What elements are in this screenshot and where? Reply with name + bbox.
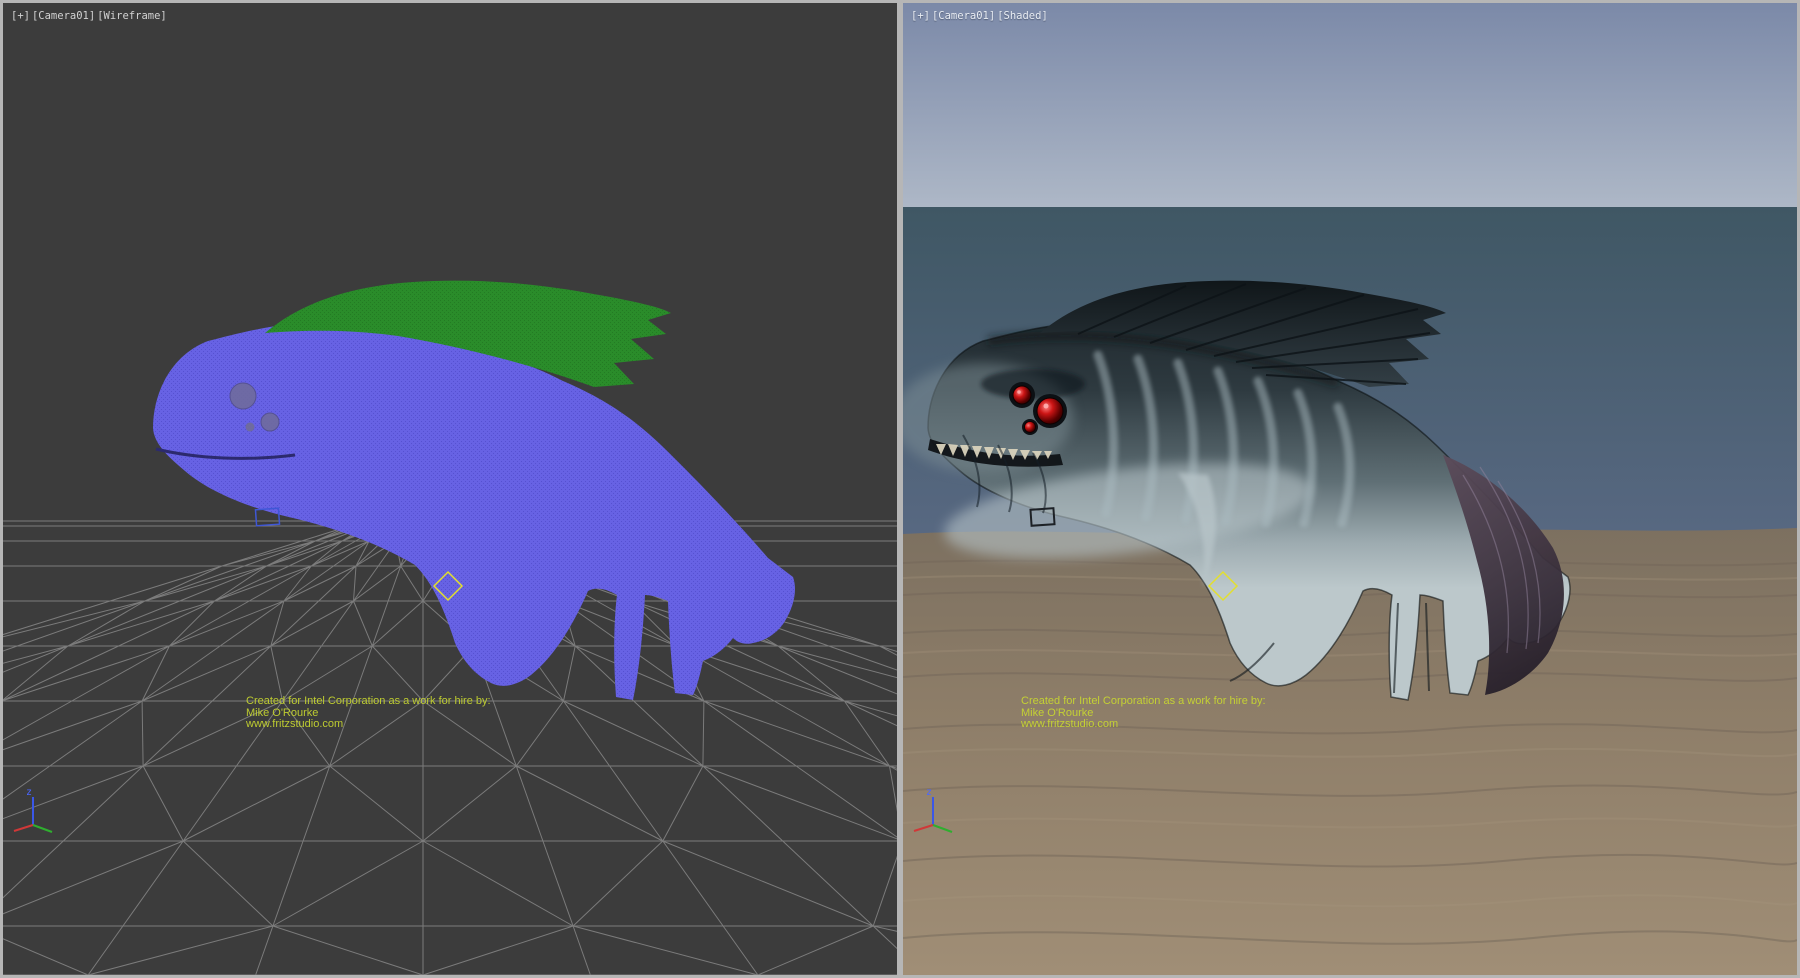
- dual-viewport-stage: [+] [Camera01] [Wireframe] Created for I…: [0, 0, 1800, 978]
- viewport-menu-general[interactable]: [+]: [911, 10, 930, 22]
- axis-y-icon: [33, 825, 52, 832]
- axis-gizmo: z: [9, 783, 63, 837]
- axis-y-icon: [933, 825, 952, 832]
- viewport-label: [+] [Camera01] [Wireframe]: [11, 10, 167, 22]
- fish-eye: [261, 413, 279, 431]
- viewport-menu-general[interactable]: [+]: [11, 10, 30, 22]
- axis-x-icon: [914, 825, 933, 831]
- watermark: Created for Intel Corporation as a work …: [246, 696, 491, 731]
- viewport-menu-camera[interactable]: [Camera01]: [32, 10, 95, 22]
- viewport-label: [+] [Camera01] [Shaded]: [911, 10, 1048, 22]
- watermark-line3: www.fritzstudio.com: [1021, 719, 1266, 731]
- sky: [903, 3, 1797, 209]
- shaded-scene: [903, 3, 1797, 975]
- watermark-line1: Created for Intel Corporation as a work …: [1021, 696, 1266, 708]
- viewport-menu-camera[interactable]: [Camera01]: [932, 10, 995, 22]
- axis-x-icon: [14, 825, 33, 831]
- viewport-wireframe[interactable]: [+] [Camera01] [Wireframe] Created for I…: [3, 3, 897, 975]
- watermark-line3: www.fritzstudio.com: [246, 719, 491, 731]
- fish-eye: [230, 383, 256, 409]
- watermark-line1: Created for Intel Corporation as a work …: [246, 696, 491, 708]
- axis-z-label: z: [926, 787, 932, 798]
- axis-gizmo: z: [909, 783, 963, 837]
- wireframe-scene: [3, 3, 897, 975]
- axis-z-label: z: [26, 787, 32, 798]
- viewport-shaded[interactable]: [+] [Camera01] [Shaded] Created for Inte…: [903, 3, 1797, 975]
- viewport-menu-shading[interactable]: [Wireframe]: [97, 10, 167, 22]
- fish-eye: [246, 423, 255, 432]
- viewport-menu-shading[interactable]: [Shaded]: [997, 10, 1048, 22]
- watermark: Created for Intel Corporation as a work …: [1021, 696, 1266, 731]
